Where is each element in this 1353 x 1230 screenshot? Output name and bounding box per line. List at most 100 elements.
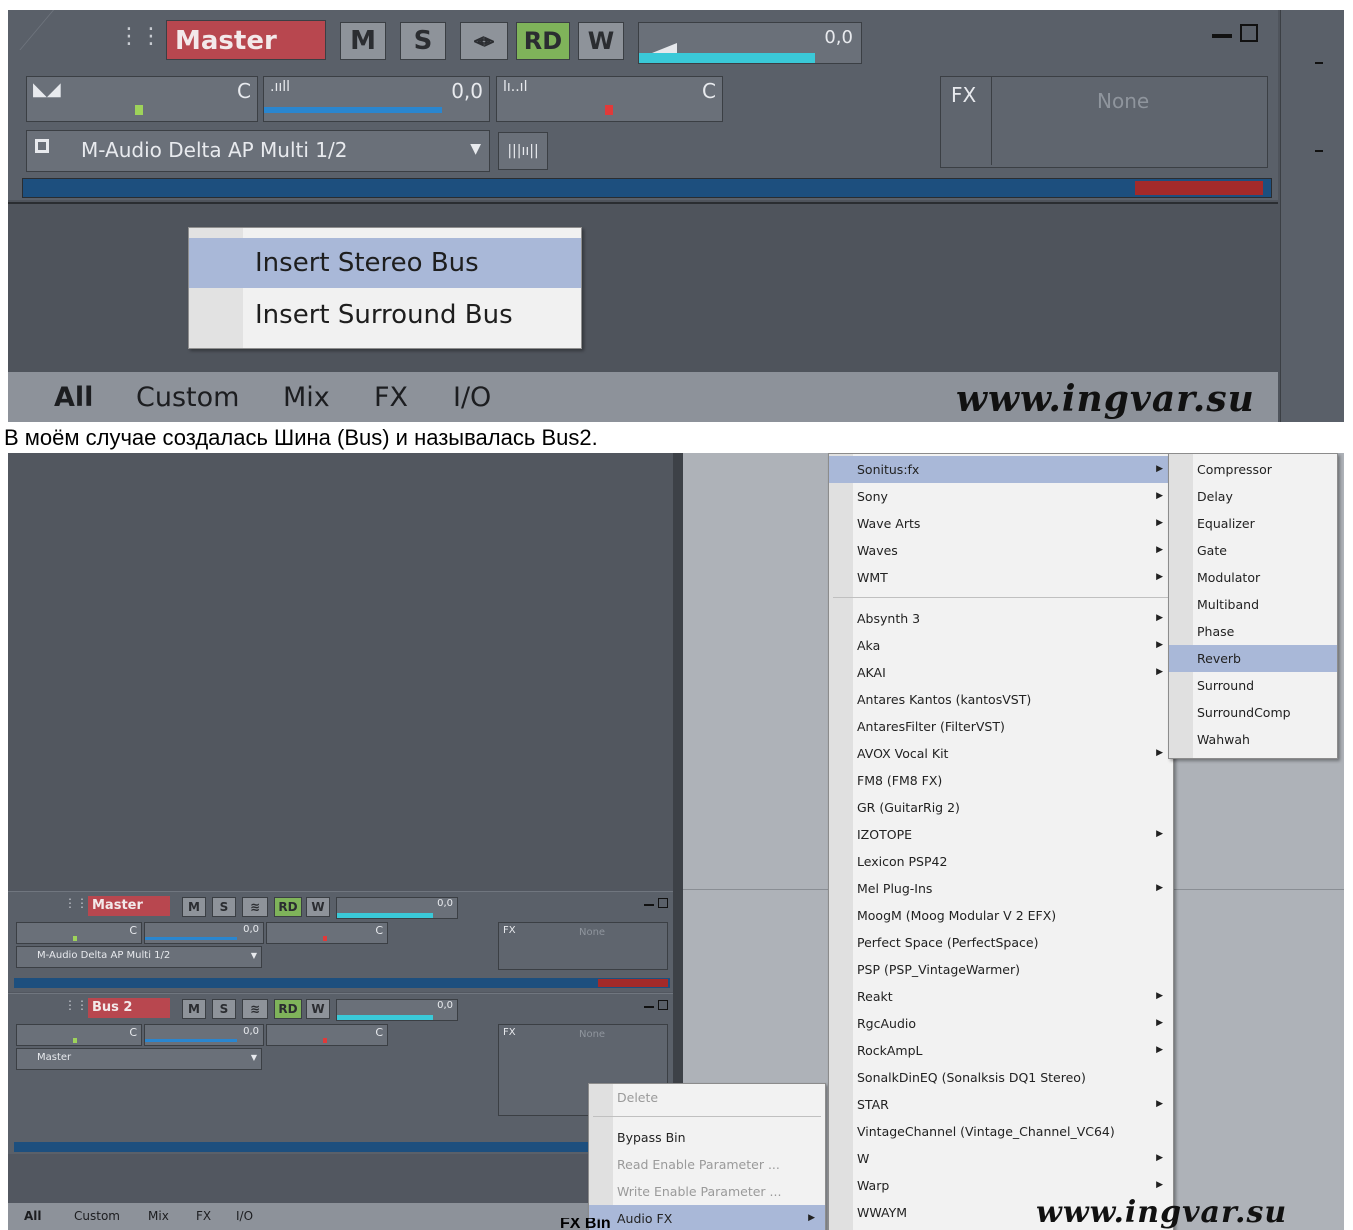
maximize-icon[interactable]: [658, 898, 668, 908]
track-name[interactable]: Master: [88, 896, 170, 916]
tab-mix[interactable]: Mix: [148, 1209, 169, 1223]
track-name[interactable]: Master: [166, 20, 326, 60]
tab-fx[interactable]: FX: [196, 1209, 211, 1223]
tab-custom[interactable]: Custom: [136, 382, 239, 413]
read-automation-button[interactable]: RD: [274, 897, 302, 917]
maximize-icon[interactable]: [1240, 24, 1258, 42]
menu-item-label: RgcAudio: [857, 1016, 917, 1031]
output-select[interactable]: M-Audio Delta AP Multi 1/2 ▼: [16, 946, 262, 968]
gain-slider[interactable]: .ııll 0,0: [263, 76, 490, 122]
maximize-icon[interactable]: [658, 1000, 668, 1010]
insert-stereo-bus-item[interactable]: Insert Stereo Bus: [189, 238, 581, 288]
gain-slider[interactable]: 0,0: [144, 1024, 264, 1046]
input-pan-slider[interactable]: lı..ıl C: [496, 76, 723, 122]
tab-fx[interactable]: FX: [374, 382, 408, 413]
sonitus-menu-item[interactable]: Surround: [1169, 672, 1337, 699]
plugin-menu-item[interactable]: Waves ▶: [829, 537, 1173, 564]
mute-button[interactable]: M: [340, 22, 386, 60]
plugin-menu-item[interactable]: SonalkDinEQ (Sonalksis DQ1 Stereo): [829, 1064, 1173, 1091]
sonitus-menu-item[interactable]: Gate: [1169, 537, 1337, 564]
gain-slider[interactable]: 0,0: [144, 922, 264, 944]
plugin-menu-item[interactable]: IZOTOPE ▶: [829, 821, 1173, 848]
write-automation-button[interactable]: W: [306, 999, 330, 1019]
tab-all[interactable]: All: [54, 382, 93, 413]
plugin-menu-item[interactable]: AntaresFilter (FilterVST): [829, 713, 1173, 740]
plugin-menu-item[interactable]: W ▶: [829, 1145, 1173, 1172]
mute-button[interactable]: M: [182, 999, 206, 1019]
output-select[interactable]: M-Audio Delta AP Multi 1/2 ▼: [26, 130, 490, 172]
volume-slider[interactable]: 0,0: [638, 22, 862, 64]
plugin-menu-item[interactable]: Sonitus:fx ▶: [829, 456, 1173, 483]
sonitus-menu-item[interactable]: Modulator: [1169, 564, 1337, 591]
pan-slider[interactable]: C: [16, 1024, 142, 1046]
phase-button[interactable]: |||ıı||: [498, 132, 548, 170]
input-echo-button[interactable]: ≋: [242, 897, 268, 917]
plugin-menu-item[interactable]: AVOX Vocal Kit ▶: [829, 740, 1173, 767]
plugin-menu-item[interactable]: GR (GuitarRig 2): [829, 794, 1173, 821]
input-echo-button[interactable]: ≋: [242, 999, 268, 1019]
plugin-menu-item[interactable]: Aka ▶: [829, 632, 1173, 659]
plugin-menu-item[interactable]: STAR ▶: [829, 1091, 1173, 1118]
plugin-menu-item[interactable]: RgcAudio ▶: [829, 1010, 1173, 1037]
plugin-menu-item[interactable]: MoogM (Moog Modular V 2 EFX): [829, 902, 1173, 929]
input-pan-slider[interactable]: C: [266, 922, 388, 944]
minimize-icon[interactable]: [644, 1006, 654, 1008]
solo-button[interactable]: S: [212, 897, 236, 917]
sonitus-menu-item[interactable]: Wahwah: [1169, 726, 1337, 753]
tab-all[interactable]: All: [24, 1209, 42, 1223]
tab-custom[interactable]: Custom: [74, 1209, 120, 1223]
pan-slider[interactable]: C: [16, 922, 142, 944]
plugin-menu-item[interactable]: Wave Arts ▶: [829, 510, 1173, 537]
tab-io[interactable]: I/O: [453, 382, 491, 413]
plugin-menu-item[interactable]: Absynth 3 ▶: [829, 605, 1173, 632]
plugin-menu-item[interactable]: PSP (PSP_VintageWarmer): [829, 956, 1173, 983]
plugin-menu-item[interactable]: RockAmpL ▶: [829, 1037, 1173, 1064]
pan-slider[interactable]: ◣◢ C: [26, 76, 258, 122]
solo-button[interactable]: S: [400, 22, 446, 60]
plugin-menu-item[interactable]: Antares Kantos (kantosVST): [829, 686, 1173, 713]
volume-value: 0,0: [437, 898, 453, 909]
output-select[interactable]: Master ▼: [16, 1048, 262, 1070]
menu-item-write-enable[interactable]: Write Enable Parameter ...: [589, 1178, 825, 1205]
plugin-menu-item[interactable]: WMT ▶: [829, 564, 1173, 591]
plugin-menu-item[interactable]: Mel Plug-Ins ▶: [829, 875, 1173, 902]
menu-item-bypass-bin[interactable]: Bypass Bin: [589, 1124, 825, 1151]
menu-item-label: IZOTOPE: [857, 827, 912, 842]
minimize-icon[interactable]: [1212, 34, 1232, 38]
track-name[interactable]: Bus 2: [88, 998, 170, 1018]
volume-slider[interactable]: 0,0: [336, 999, 458, 1021]
input-pan-slider[interactable]: C: [266, 1024, 388, 1046]
plugin-menu-item[interactable]: Reakt ▶: [829, 983, 1173, 1010]
fx-label: FX: [951, 83, 977, 107]
sonitus-menu-item[interactable]: Delay: [1169, 483, 1337, 510]
plugin-menu-item[interactable]: Lexicon PSP42: [829, 848, 1173, 875]
volume-slider[interactable]: 0,0: [336, 897, 458, 919]
sonitus-menu-item[interactable]: Compressor: [1169, 456, 1337, 483]
sonitus-menu-item[interactable]: SurroundComp: [1169, 699, 1337, 726]
minimize-icon[interactable]: [644, 904, 654, 906]
sonitus-menu-item[interactable]: Equalizer: [1169, 510, 1337, 537]
menu-item-delete[interactable]: Delete: [589, 1084, 825, 1111]
plugin-menu-item[interactable]: Sony ▶: [829, 483, 1173, 510]
sonitus-menu-item[interactable]: Reverb: [1169, 645, 1337, 672]
solo-button[interactable]: S: [212, 999, 236, 1019]
tab-mix[interactable]: Mix: [283, 382, 330, 413]
sonitus-menu-item[interactable]: Multiband: [1169, 591, 1337, 618]
fx-bin[interactable]: FX None: [940, 76, 1268, 168]
fx-bin[interactable]: FX None: [498, 922, 668, 970]
gain-value: 0,0: [243, 1026, 259, 1037]
write-automation-button[interactable]: W: [578, 22, 624, 60]
sonitus-menu-item[interactable]: Phase: [1169, 618, 1337, 645]
insert-surround-bus-item[interactable]: Insert Surround Bus: [189, 290, 581, 340]
plugin-menu-item[interactable]: VintageChannel (Vintage_Channel_VC64): [829, 1118, 1173, 1145]
menu-item-read-enable[interactable]: Read Enable Parameter ...: [589, 1151, 825, 1178]
input-echo-button[interactable]: ⫷⫸: [460, 22, 508, 60]
tab-io[interactable]: I/O: [236, 1209, 253, 1223]
plugin-menu-item[interactable]: FM8 (FM8 FX): [829, 767, 1173, 794]
mute-button[interactable]: M: [182, 897, 206, 917]
read-automation-button[interactable]: RD: [516, 22, 570, 60]
read-automation-button[interactable]: RD: [274, 999, 302, 1019]
plugin-menu-item[interactable]: Perfect Space (PerfectSpace): [829, 929, 1173, 956]
write-automation-button[interactable]: W: [306, 897, 330, 917]
plugin-menu-item[interactable]: AKAI ▶: [829, 659, 1173, 686]
